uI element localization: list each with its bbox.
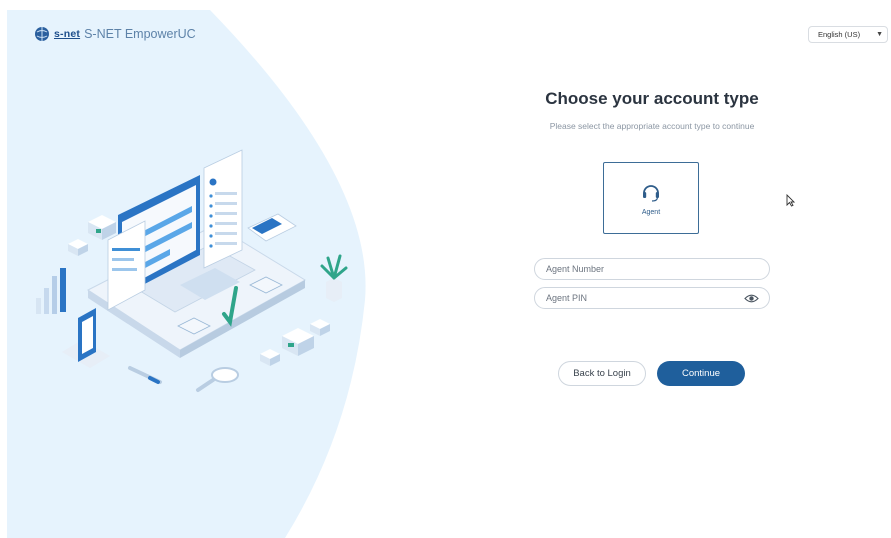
agent-number-field[interactable] xyxy=(534,258,770,280)
eye-icon[interactable] xyxy=(744,293,759,304)
headset-icon xyxy=(643,184,659,202)
globe-icon xyxy=(35,27,49,41)
agent-number-input[interactable] xyxy=(546,264,736,274)
back-to-login-button[interactable]: Back to Login xyxy=(558,361,646,386)
language-select[interactable]: English (US) ▼ xyxy=(808,26,888,43)
product-name: S-NET EmpowerUC xyxy=(84,27,196,41)
agent-pin-field[interactable] xyxy=(534,287,770,309)
caret-down-icon: ▼ xyxy=(876,31,883,38)
page-title: Choose your account type xyxy=(545,89,759,108)
mouse-cursor-icon xyxy=(786,194,795,207)
page-subtitle: Please select the appropriate account ty… xyxy=(549,121,755,131)
continue-button[interactable]: Continue xyxy=(657,361,745,386)
account-type-agent[interactable]: Agent xyxy=(603,162,699,234)
language-selected-value: English (US) xyxy=(818,30,861,39)
account-type-label: Agent xyxy=(641,208,661,216)
agent-pin-input[interactable] xyxy=(546,293,736,303)
logo-wordmark: s-net xyxy=(54,28,81,40)
brand-logo[interactable]: s-net S-NET EmpowerUC xyxy=(34,26,196,42)
login-page: s-net S-NET EmpowerUC English (US) ▼ Cho… xyxy=(0,0,891,538)
